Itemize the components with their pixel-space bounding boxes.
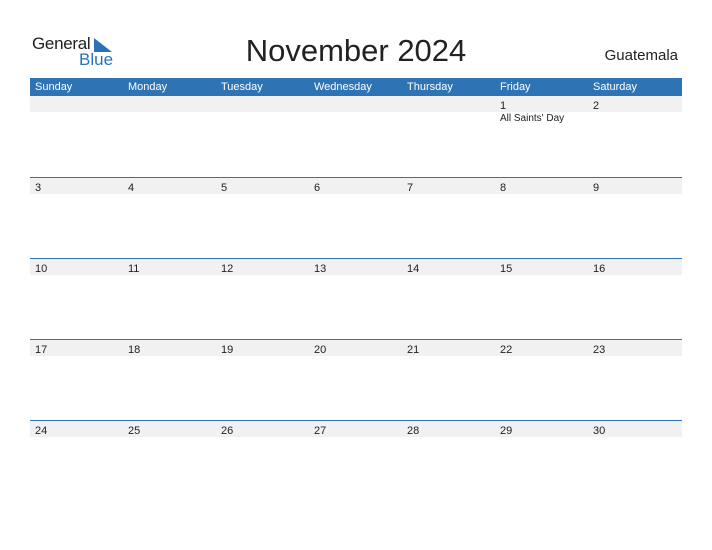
date-number-row: 12 xyxy=(30,96,682,112)
day-number: 27 xyxy=(314,425,327,437)
day-cell: 7 xyxy=(402,178,495,194)
day-cell: 12 xyxy=(216,259,309,275)
day-number: 30 xyxy=(593,425,606,437)
weekday-thursday: Thursday xyxy=(407,81,453,93)
day-cell: 17 xyxy=(30,340,123,356)
day-number: 5 xyxy=(221,182,228,194)
day-cell: 5 xyxy=(216,178,309,194)
day-cell: 26 xyxy=(216,421,309,437)
day-cell: 21 xyxy=(402,340,495,356)
weekday-wednesday: Wednesday xyxy=(314,81,372,93)
day-number: 10 xyxy=(35,263,48,275)
day-cell: 9 xyxy=(588,178,681,194)
day-cell: 14 xyxy=(402,259,495,275)
holiday-label xyxy=(216,112,309,126)
day-cell: 19 xyxy=(216,340,309,356)
day-number: 28 xyxy=(407,425,420,437)
day-number: 3 xyxy=(35,182,42,194)
day-cell xyxy=(216,96,309,112)
day-number: 11 xyxy=(128,263,140,275)
holiday-label xyxy=(402,112,495,126)
day-number: 26 xyxy=(221,425,234,437)
day-number: 21 xyxy=(407,344,420,356)
day-cell xyxy=(402,96,495,112)
date-number-row: 10 11 12 13 14 15 16 xyxy=(30,259,682,275)
weekday-header: Sunday Monday Tuesday Wednesday Thursday… xyxy=(30,78,682,96)
day-cell: 10 xyxy=(30,259,123,275)
day-number: 18 xyxy=(128,344,141,356)
weekday-friday: Friday xyxy=(500,81,531,93)
holiday-label xyxy=(588,112,681,126)
country-label: Guatemala xyxy=(604,47,678,64)
week-row: 1 2 All Saints' Day xyxy=(30,96,682,177)
calendar-grid: Sunday Monday Tuesday Wednesday Thursday… xyxy=(30,78,682,501)
day-cell xyxy=(123,96,216,112)
day-cell: 22 xyxy=(495,340,588,356)
day-number: 9 xyxy=(593,182,600,194)
day-number: 24 xyxy=(35,425,48,437)
day-cell: 29 xyxy=(495,421,588,437)
day-cell: 2 xyxy=(588,96,681,112)
day-cell: 18 xyxy=(123,340,216,356)
week-row: 3 4 5 6 7 8 9 xyxy=(30,177,682,258)
day-number: 29 xyxy=(500,425,513,437)
day-cell xyxy=(309,96,402,112)
day-number: 6 xyxy=(314,182,321,194)
week-row: 10 11 12 13 14 15 16 xyxy=(30,258,682,339)
date-number-row: 17 18 19 20 21 22 23 xyxy=(30,340,682,356)
day-number: 2 xyxy=(593,100,600,112)
day-cell: 3 xyxy=(30,178,123,194)
day-number: 12 xyxy=(221,263,234,275)
holiday-label xyxy=(123,112,216,126)
day-number: 1 xyxy=(500,100,507,112)
weekday-monday: Monday xyxy=(128,81,168,93)
day-cell: 20 xyxy=(309,340,402,356)
day-number: 22 xyxy=(500,344,513,356)
day-number: 14 xyxy=(407,263,420,275)
week-row: 17 18 19 20 21 22 23 xyxy=(30,339,682,420)
day-number: 8 xyxy=(500,182,507,194)
day-cell: 15 xyxy=(495,259,588,275)
day-cell: 28 xyxy=(402,421,495,437)
day-cell: 1 xyxy=(495,96,588,112)
holiday-label xyxy=(309,112,402,126)
day-number: 13 xyxy=(314,263,327,275)
day-number: 25 xyxy=(128,425,141,437)
day-number: 16 xyxy=(593,263,606,275)
holiday-label: All Saints' Day xyxy=(500,113,565,124)
day-number: 17 xyxy=(35,344,48,356)
day-number: 19 xyxy=(221,344,234,356)
day-cell: 16 xyxy=(588,259,681,275)
holiday-row: All Saints' Day xyxy=(30,112,682,126)
day-number: 20 xyxy=(314,344,327,356)
holiday-label xyxy=(30,112,123,126)
day-number: 7 xyxy=(407,182,414,194)
day-number: 23 xyxy=(593,344,606,356)
day-number: 4 xyxy=(128,182,135,194)
day-cell: 23 xyxy=(588,340,681,356)
day-cell: 25 xyxy=(123,421,216,437)
day-cell: 30 xyxy=(588,421,681,437)
day-cell: 8 xyxy=(495,178,588,194)
day-cell: 13 xyxy=(309,259,402,275)
day-cell: 11 xyxy=(123,259,216,275)
day-cell: 27 xyxy=(309,421,402,437)
weekday-saturday: Saturday xyxy=(593,81,638,93)
day-cell: 24 xyxy=(30,421,123,437)
weekday-tuesday: Tuesday xyxy=(221,81,263,93)
day-cell: 6 xyxy=(309,178,402,194)
week-row: 24 25 26 27 28 29 30 xyxy=(30,420,682,501)
weekday-sunday: Sunday xyxy=(35,81,73,93)
day-cell xyxy=(30,96,123,112)
day-number: 15 xyxy=(500,263,513,275)
date-number-row: 3 4 5 6 7 8 9 xyxy=(30,178,682,194)
date-number-row: 24 25 26 27 28 29 30 xyxy=(30,421,682,437)
day-cell: 4 xyxy=(123,178,216,194)
